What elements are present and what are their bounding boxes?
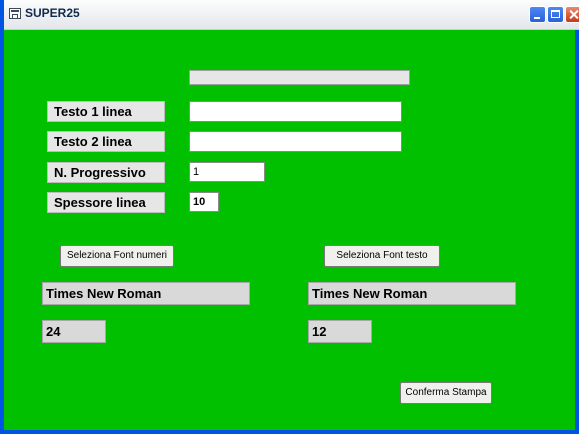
line2-input[interactable] bbox=[189, 131, 402, 152]
line1-input[interactable] bbox=[189, 101, 402, 122]
progressive-label: N. Progressivo bbox=[47, 162, 165, 183]
text-font-size: 12 bbox=[308, 320, 372, 343]
number-font-name: Times New Roman bbox=[42, 282, 250, 305]
text-font-name: Times New Roman bbox=[308, 282, 516, 305]
close-button[interactable] bbox=[565, 6, 579, 23]
confirm-print-button[interactable]: Conferma Stampa bbox=[400, 382, 492, 404]
progressive-input[interactable]: 1 bbox=[189, 162, 265, 182]
thickness-label: Spessore linea bbox=[47, 192, 165, 213]
window-title: SUPER25 bbox=[25, 6, 80, 20]
progress-bar bbox=[189, 70, 410, 85]
app-window: SUPER25 Testo 1 linea Testo 2 linea N. P… bbox=[0, 0, 579, 434]
app-icon[interactable] bbox=[9, 8, 21, 19]
select-number-font-button[interactable]: Seleziona Font numeri bbox=[60, 245, 174, 267]
line2-label: Testo 2 linea bbox=[47, 131, 165, 152]
select-text-font-button[interactable]: Seleziona Font testo bbox=[324, 245, 440, 267]
title-bar[interactable]: SUPER25 bbox=[4, 0, 579, 30]
line1-label: Testo 1 linea bbox=[47, 101, 165, 122]
minimize-button[interactable] bbox=[529, 6, 546, 23]
number-font-size: 24 bbox=[42, 320, 106, 343]
maximize-button[interactable] bbox=[547, 6, 564, 23]
thickness-input[interactable]: 10 bbox=[189, 192, 219, 212]
